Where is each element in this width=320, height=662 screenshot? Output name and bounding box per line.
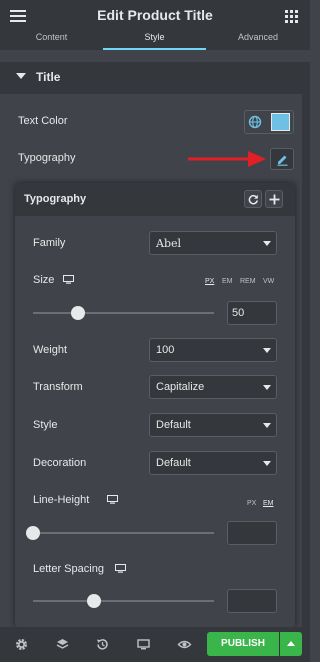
section-title-toggle[interactable]: Title	[0, 62, 302, 94]
page-title: Edit Product Title	[97, 7, 213, 23]
red-arrow-annotation	[188, 151, 266, 167]
layers-icon[interactable]	[55, 637, 70, 652]
weight-value: 100	[156, 344, 175, 356]
reset-button[interactable]	[244, 190, 262, 208]
tab-advanced[interactable]: Advanced	[206, 33, 310, 50]
tab-style[interactable]: Style	[103, 33, 206, 50]
pencil-icon	[277, 155, 288, 166]
style-select[interactable]: Default	[149, 413, 277, 437]
monitor-icon[interactable]	[63, 275, 74, 284]
history-icon[interactable]	[95, 637, 110, 652]
plus-icon	[269, 194, 280, 205]
decoration-label: Decoration	[33, 457, 87, 469]
unit-vw[interactable]: VW	[263, 278, 274, 285]
caret-down-icon	[16, 73, 26, 79]
line-height-label: Line-Height	[33, 494, 90, 506]
size-units: PX EM REM VW	[205, 278, 280, 287]
line-height-slider-track[interactable]	[33, 532, 214, 534]
chevron-down-icon	[263, 385, 271, 390]
transform-value: Capitalize	[156, 381, 205, 393]
line-height-units: PX EM	[247, 500, 281, 509]
line-height-input[interactable]	[227, 521, 277, 545]
weight-select[interactable]: 100	[149, 338, 277, 362]
decoration-value: Default	[156, 457, 191, 469]
caret-up-icon	[287, 641, 295, 646]
weight-label: Weight	[33, 344, 68, 356]
size-slider-handle[interactable]	[71, 306, 85, 320]
unit-px[interactable]: PX	[205, 278, 214, 285]
size-slider-track[interactable]	[33, 312, 214, 314]
chevron-down-icon	[263, 241, 271, 246]
line-height-slider-handle[interactable]	[26, 526, 40, 540]
letter-spacing-slider-track[interactable]	[33, 600, 214, 602]
unit-em[interactable]: EM	[263, 500, 274, 507]
transform-select[interactable]: Capitalize	[149, 375, 277, 399]
unit-px[interactable]: PX	[247, 500, 256, 507]
popover-title: Typography	[24, 193, 87, 205]
globe-icon[interactable]	[248, 115, 262, 129]
family-select[interactable]: Abel	[149, 231, 277, 255]
family-value: Abel	[156, 237, 182, 250]
hamburger-icon[interactable]	[10, 10, 26, 22]
text-color-label: Text Color	[18, 115, 68, 127]
unit-em[interactable]: EM	[222, 278, 233, 285]
responsive-icon[interactable]	[136, 637, 151, 652]
gear-icon[interactable]	[14, 637, 29, 652]
size-label: Size	[33, 274, 55, 286]
decoration-select[interactable]: Default	[149, 451, 277, 475]
family-label: Family	[33, 237, 66, 249]
typography-label: Typography	[18, 152, 76, 164]
section-title: Title	[36, 70, 61, 84]
text-color-control	[244, 110, 294, 134]
letter-spacing-slider-handle[interactable]	[87, 594, 101, 608]
chevron-down-icon	[263, 423, 271, 428]
chevron-down-icon	[263, 348, 271, 353]
style-label: Style	[33, 419, 58, 431]
typography-edit-button[interactable]	[270, 148, 294, 170]
tab-content[interactable]: Content	[0, 33, 103, 50]
monitor-icon[interactable]	[115, 564, 126, 573]
size-input[interactable]: 50	[227, 301, 277, 325]
typography-popover: Typography Family Abel Size PX EM REM VW	[15, 183, 295, 627]
popover-header: Typography	[15, 183, 295, 216]
chevron-down-icon	[263, 461, 271, 466]
scrollbar[interactable]	[302, 62, 310, 627]
eye-icon[interactable]	[177, 637, 192, 652]
color-swatch[interactable]	[271, 113, 290, 131]
letter-spacing-label: Letter Spacing	[33, 563, 104, 575]
reset-icon	[248, 194, 259, 205]
panel-tabs: Content Style Advanced	[0, 33, 310, 50]
transform-label: Transform	[33, 381, 83, 393]
publish-options-button[interactable]	[280, 632, 302, 656]
panel-header: Edit Product Title	[0, 0, 310, 33]
letter-spacing-input[interactable]	[227, 589, 277, 613]
monitor-icon[interactable]	[107, 495, 118, 504]
add-button[interactable]	[265, 190, 283, 208]
publish-button[interactable]: PUBLISH	[207, 632, 279, 656]
style-value: Default	[156, 419, 191, 431]
grid-icon[interactable]	[285, 10, 298, 23]
unit-rem[interactable]: REM	[240, 278, 256, 285]
